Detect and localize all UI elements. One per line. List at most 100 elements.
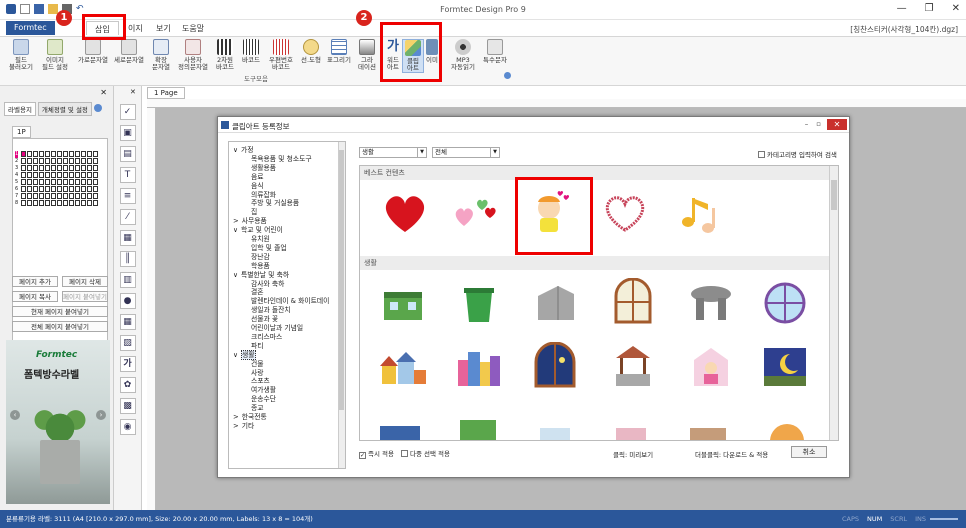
label-cell[interactable] — [75, 193, 80, 199]
checkbox-checked[interactable]: ✓ — [359, 452, 366, 459]
label-cell[interactable] — [75, 151, 80, 157]
label-cell[interactable] — [39, 151, 44, 157]
dialog-minimize-button[interactable]: – — [805, 120, 809, 128]
label-cell[interactable] — [21, 179, 26, 185]
tree-item[interactable]: 집 — [251, 208, 257, 216]
label-cell[interactable] — [51, 193, 56, 199]
paste-page-button[interactable]: 페이지 붙여넣기 — [62, 291, 108, 302]
label-cell[interactable] — [63, 172, 68, 178]
night-window-icon[interactable] — [530, 342, 580, 392]
tree-item[interactable]: 선물과 꽃 — [251, 315, 278, 323]
tree-item[interactable]: 생활용품 — [251, 164, 276, 172]
label-cell[interactable] — [87, 151, 92, 157]
tree-item[interactable]: 사랑 — [251, 369, 264, 377]
list-item[interactable] — [540, 428, 570, 440]
panel-close-icon[interactable]: ✕ — [130, 88, 136, 96]
category-dropdown[interactable]: 생활 ▼ — [359, 147, 427, 158]
tree-expander-icon[interactable]: > — [233, 422, 239, 430]
tree-item[interactable]: 유치원 — [251, 235, 270, 243]
tree-item[interactable]: 음식 — [251, 182, 264, 190]
label-cell[interactable] — [27, 193, 32, 199]
image-tool-icon[interactable]: ▣ — [119, 125, 136, 141]
moon-night-icon[interactable] — [760, 342, 810, 392]
village-icon[interactable] — [378, 342, 428, 392]
label-cell[interactable] — [45, 179, 50, 185]
minimize-button[interactable]: — — [897, 3, 907, 14]
extended-text-tool-icon[interactable]: ≡ — [119, 188, 136, 204]
copy-page-button[interactable]: 페이지 복사 — [12, 291, 58, 302]
label-cell[interactable] — [21, 172, 26, 178]
label-cell[interactable] — [39, 158, 44, 164]
tree-item[interactable]: 여가생활 — [251, 386, 276, 394]
label-cell[interactable] — [63, 193, 68, 199]
cancel-button[interactable]: 취소 — [791, 446, 827, 458]
advertisement-banner[interactable]: Formtec 폼텍방수라벨 ‹ › — [6, 340, 110, 504]
delete-page-button[interactable]: 페이지 삭제 — [62, 276, 108, 287]
list-item[interactable] — [380, 426, 420, 440]
music-notes-icon[interactable] — [672, 188, 722, 238]
label-cell[interactable] — [87, 200, 92, 206]
ad-next-icon[interactable]: › — [96, 410, 106, 420]
label-cell[interactable] — [57, 151, 62, 157]
label-cell[interactable] — [51, 151, 56, 157]
tree-item[interactable]: ∨ 학교 및 어린이 — [233, 226, 283, 234]
tab-label-paper[interactable]: 라벨용지 — [4, 102, 36, 116]
list-item[interactable] — [770, 424, 804, 440]
dialog-maximize-button[interactable]: ▫ — [816, 120, 821, 128]
label-cell[interactable] — [63, 179, 68, 185]
label-cell[interactable] — [33, 200, 38, 206]
label-cell[interactable] — [87, 179, 92, 185]
add-page-button[interactable]: 페이지 추가 — [12, 276, 58, 287]
gray-building-icon[interactable] — [530, 278, 580, 328]
tree-item[interactable]: 입학 및 졸업 — [251, 244, 287, 252]
label-cell[interactable] — [93, 172, 98, 178]
label-cell[interactable] — [69, 179, 74, 185]
wishing-well-icon[interactable] — [608, 342, 658, 392]
custom-text-button[interactable]: 사용자 정의문자열 — [176, 39, 210, 71]
text-tool-icon[interactable]: T — [119, 167, 136, 183]
label-cell[interactable] — [69, 186, 74, 192]
window-icon[interactable] — [608, 278, 658, 328]
tree-item[interactable]: 어린이날과 기념일 — [251, 324, 303, 332]
tree-item[interactable]: 음료 — [251, 173, 264, 181]
label-cell[interactable] — [39, 165, 44, 171]
field-tool-icon[interactable]: ✓ — [119, 104, 136, 120]
tab-page-1[interactable]: 1P — [12, 126, 31, 138]
green-building-icon[interactable] — [378, 278, 428, 328]
label-cell[interactable] — [75, 172, 80, 178]
label-cell[interactable] — [45, 158, 50, 164]
gallery-scroll-thumb[interactable] — [831, 180, 837, 210]
label-cell[interactable] — [21, 200, 26, 206]
checkbox-box[interactable] — [401, 450, 408, 457]
tree-item[interactable]: 건물 — [251, 360, 264, 368]
label-cell[interactable] — [21, 193, 26, 199]
help-icon[interactable] — [93, 104, 102, 112]
tree-item[interactable]: ∨ 특별한날 및 축하 — [233, 271, 289, 279]
close-window-button[interactable]: ✕ — [952, 3, 960, 14]
label-cell[interactable] — [45, 193, 50, 199]
label-cell[interactable] — [21, 165, 26, 171]
tree-item[interactable]: 스포츠 — [251, 377, 270, 385]
qr-tool-icon[interactable]: ▦ — [119, 230, 136, 246]
label-cell[interactable] — [51, 165, 56, 171]
list-item[interactable] — [616, 428, 646, 440]
postal-barcode-tool-icon[interactable]: ▥ — [119, 272, 136, 288]
postal-barcode-button[interactable]: 우편번호 바코드 — [264, 39, 298, 71]
clipart-tool-icon[interactable]: ✿ — [119, 377, 136, 393]
label-cell[interactable] — [33, 165, 38, 171]
list-item[interactable] — [690, 428, 726, 440]
ad-prev-icon[interactable]: ‹ — [10, 410, 20, 420]
label-cell[interactable] — [81, 165, 86, 171]
panel-close-icon[interactable]: ✕ — [100, 88, 107, 97]
tree-item[interactable]: ∨ 생활 — [233, 349, 256, 360]
small-hearts-icon[interactable] — [452, 188, 502, 238]
label-cell[interactable] — [51, 172, 56, 178]
restore-button[interactable]: ❐ — [925, 3, 934, 14]
label-cell[interactable] — [93, 193, 98, 199]
image-field-button[interactable]: 이미지 필드 설정 — [40, 39, 70, 71]
label-cell[interactable] — [39, 172, 44, 178]
colorful-city-icon[interactable] — [454, 342, 504, 392]
chart-tool-icon[interactable]: ▤ — [119, 146, 136, 162]
tree-item[interactable]: 종교 — [251, 404, 264, 412]
tree-item[interactable]: 발렌타인데이 & 화이트데이 — [251, 297, 329, 305]
